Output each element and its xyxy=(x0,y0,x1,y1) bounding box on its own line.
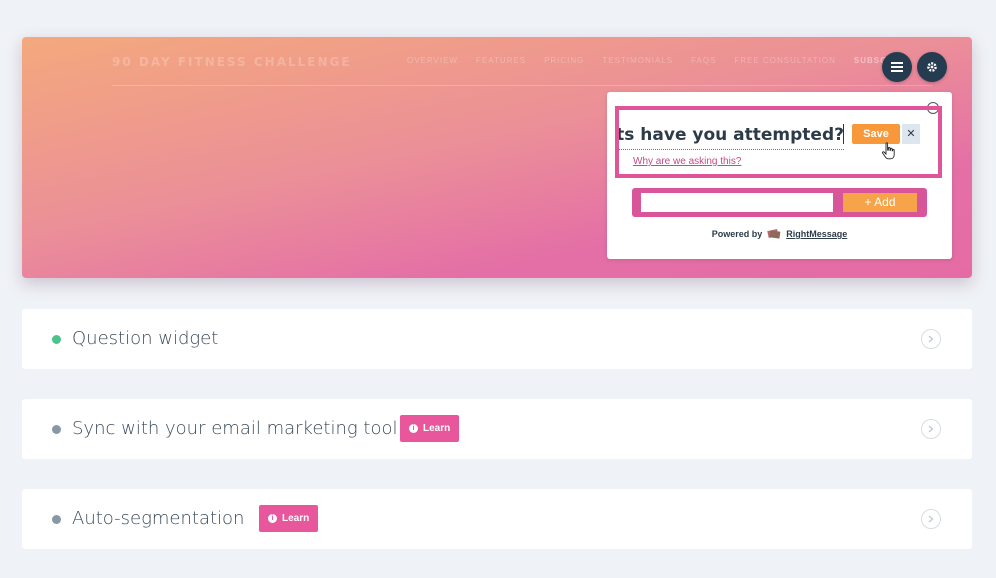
chevron-right-icon[interactable] xyxy=(921,329,941,349)
text-caret xyxy=(843,124,844,144)
question-edit-box: ...ets have you attempted? Save ✕ Why ar… xyxy=(615,106,942,178)
powered-by: Powered by RightMessage xyxy=(607,228,952,240)
status-dot xyxy=(52,425,61,434)
add-option-bar: + Add xyxy=(632,188,927,217)
chevron-right-icon[interactable] xyxy=(921,419,941,439)
step-card-email-sync[interactable]: Sync with your email marketing tool i Le… xyxy=(22,399,972,459)
question-text-field[interactable]: ...ets have you attempted? xyxy=(619,120,844,150)
step-card-auto-segmentation[interactable]: Auto-segmentation i Learn xyxy=(22,489,972,549)
step-label: Question widget xyxy=(72,328,219,349)
settings-button[interactable] xyxy=(917,52,947,82)
status-dot xyxy=(52,335,61,344)
add-button[interactable]: + Add xyxy=(843,193,917,212)
learn-label: Learn xyxy=(423,423,451,434)
rightmessage-logo-icon xyxy=(767,229,781,239)
hand-cursor-icon xyxy=(882,142,895,160)
status-dot xyxy=(52,515,61,524)
step-label: Sync with your email marketing tool xyxy=(72,418,398,439)
gear-icon xyxy=(927,62,937,72)
nav-link[interactable]: OVERVIEW xyxy=(407,56,458,65)
chevron-right-icon[interactable] xyxy=(921,509,941,529)
nav-link[interactable]: FAQS xyxy=(691,56,716,65)
info-icon: i xyxy=(268,514,277,523)
nav-link[interactable]: FREE CONSULTATION xyxy=(734,56,835,65)
site-nav: OVERVIEW FEATURES PRICING TESTIMONIALS F… xyxy=(407,56,910,65)
menu-button[interactable] xyxy=(882,52,912,82)
why-asking-link[interactable]: Why are we asking this? xyxy=(633,156,741,167)
nav-link[interactable]: PRICING xyxy=(544,56,584,65)
question-widget-popup: × ...ets have you attempted? Save ✕ Why … xyxy=(607,92,952,259)
nav-link[interactable]: FEATURES xyxy=(476,56,526,65)
cancel-button[interactable]: ✕ xyxy=(902,124,920,144)
info-icon: i xyxy=(409,424,418,433)
site-title: 90 DAY FITNESS CHALLENGE xyxy=(112,55,352,69)
learn-label: Learn xyxy=(282,513,310,524)
save-button[interactable]: Save xyxy=(852,124,900,144)
powered-by-label: Powered by xyxy=(711,229,763,239)
step-card-question-widget[interactable]: Question widget xyxy=(22,309,972,369)
learn-button[interactable]: i Learn xyxy=(400,415,460,442)
hamburger-icon xyxy=(891,62,903,72)
learn-button[interactable]: i Learn xyxy=(259,505,319,532)
site-header: 90 DAY FITNESS CHALLENGE OVERVIEW FEATUR… xyxy=(112,54,909,70)
step-label: Auto-segmentation xyxy=(72,508,245,529)
rightmessage-link[interactable]: RightMessage xyxy=(786,229,847,239)
add-option-input[interactable] xyxy=(641,193,833,212)
nav-link[interactable]: TESTIMONIALS xyxy=(602,56,673,65)
header-divider xyxy=(112,85,932,86)
